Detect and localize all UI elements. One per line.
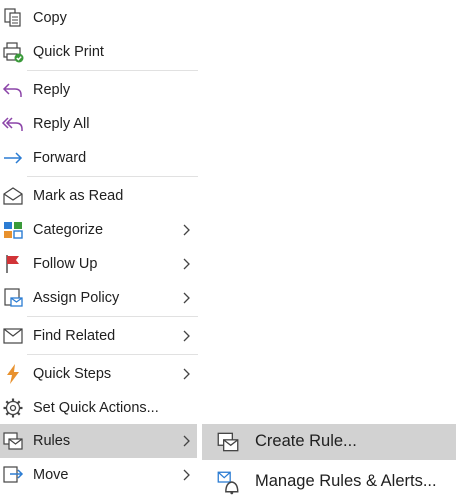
gear-icon <box>1 396 25 420</box>
menu-separator <box>27 70 198 71</box>
flag-icon <box>1 252 25 276</box>
menu-item-forward[interactable]: Forward <box>0 141 197 175</box>
menu-item-label: Move <box>33 467 69 483</box>
menu-separator <box>27 176 198 177</box>
menu-separator <box>27 316 198 317</box>
menu-item-reply[interactable]: Reply <box>0 73 197 107</box>
chevron-right-icon <box>181 223 193 237</box>
create-rule-icon <box>215 429 241 455</box>
submenu-item-manage-rules[interactable]: Manage Rules & Alerts... <box>202 464 456 500</box>
menu-item-label: Reply <box>33 82 71 98</box>
context-menu: Copy Quick Print Reply Reply All Forward… <box>0 0 199 502</box>
rules-icon <box>1 429 25 453</box>
menu-item-label: Follow Up <box>33 256 98 272</box>
menu-item-rules[interactable]: Rules <box>0 424 197 458</box>
manage-rules-icon <box>215 469 241 495</box>
menu-item-label: Copy <box>33 10 67 26</box>
chevron-right-icon <box>181 291 193 305</box>
chevron-right-icon <box>181 329 193 343</box>
lightning-icon <box>1 362 25 386</box>
categorize-icon <box>1 218 25 242</box>
menu-item-label: Set Quick Actions... <box>33 400 159 416</box>
menu-separator <box>27 354 198 355</box>
reply-icon <box>1 78 25 102</box>
chevron-right-icon <box>181 367 193 381</box>
menu-item-mark-as-read[interactable]: Mark as Read <box>0 179 197 213</box>
reply-all-icon <box>1 112 25 136</box>
move-icon <box>1 463 25 487</box>
submenu-item-label: Manage Rules & Alerts... <box>255 472 437 490</box>
chevron-right-icon <box>181 434 193 448</box>
copy-icon <box>1 6 25 30</box>
menu-item-label: Forward <box>33 150 87 166</box>
menu-item-label: Find Related <box>33 328 116 344</box>
submenu-item-create-rule[interactable]: Create Rule... <box>202 424 456 460</box>
menu-item-label: Categorize <box>33 222 104 238</box>
menu-item-copy[interactable]: Copy <box>0 1 197 35</box>
menu-item-reply-all[interactable]: Reply All <box>0 107 197 141</box>
menu-item-label: Mark as Read <box>33 188 124 204</box>
menu-item-categorize[interactable]: Categorize <box>0 213 197 247</box>
menu-item-label: Quick Steps <box>33 366 112 382</box>
menu-item-label: Assign Policy <box>33 290 120 306</box>
menu-item-find-related[interactable]: Find Related <box>0 319 197 353</box>
envelope-open-icon <box>1 184 25 208</box>
menu-item-follow-up[interactable]: Follow Up <box>0 247 197 281</box>
menu-item-assign-policy[interactable]: Assign Policy <box>0 281 197 315</box>
rules-submenu: Create Rule... Manage Rules & Alerts... <box>199 421 456 502</box>
quick-print-icon <box>1 40 25 64</box>
forward-icon <box>1 146 25 170</box>
policy-icon <box>1 286 25 310</box>
menu-item-label: Quick Print <box>33 44 104 60</box>
chevron-right-icon <box>181 468 193 482</box>
menu-item-label: Rules <box>33 433 71 449</box>
find-related-icon <box>1 324 25 348</box>
menu-item-quick-print[interactable]: Quick Print <box>0 35 197 69</box>
menu-item-set-quick-actions[interactable]: Set Quick Actions... <box>0 391 197 425</box>
menu-item-move[interactable]: Move <box>0 458 197 492</box>
submenu-item-label: Create Rule... <box>255 432 357 450</box>
menu-item-quick-steps[interactable]: Quick Steps <box>0 357 197 391</box>
chevron-right-icon <box>181 257 193 271</box>
menu-item-label: Reply All <box>33 116 90 132</box>
